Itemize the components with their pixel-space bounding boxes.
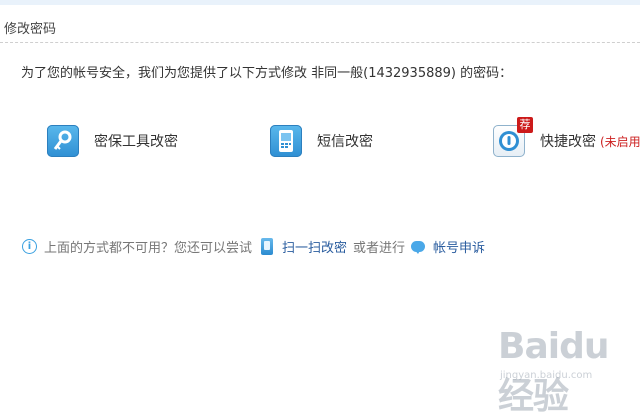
help-text: 上面的方式都不可用？您还可以尝试 — [44, 240, 253, 256]
help-line: i 上面的方式都不可用？您还可以尝试 扫一扫改密 或者进行 帐号申诉 — [22, 236, 485, 256]
phone-icon — [261, 237, 274, 255]
method-security-tool[interactable]: 密保工具改密 — [47, 124, 178, 158]
intro-text: 为了您的帐号安全，我们为您提供了以下方式修改 非同一般(1432935889) … — [21, 66, 513, 81]
watermark-sub: jingyan.baidu.com — [500, 370, 593, 381]
method-sms[interactable]: 短信改密 — [270, 124, 373, 158]
lock-icon: 荐 — [493, 117, 533, 157]
watermark-logo: Baidu经验 jingyan.baidu.com — [498, 326, 630, 417]
top-strip — [0, 0, 640, 5]
scan-link[interactable]: 扫一扫改密 — [282, 237, 347, 256]
method-label: 密保工具改密 — [94, 134, 178, 150]
page-title: 修改密码 — [4, 22, 57, 37]
method-label: 快捷改密 — [540, 134, 596, 150]
key-icon — [47, 125, 79, 157]
or-text: 或者进行 — [353, 240, 406, 256]
divider — [0, 42, 640, 43]
method-quick[interactable]: 荐 快捷改密 (未启用 — [493, 117, 640, 158]
appeal-link[interactable]: 帐号申诉 — [433, 237, 485, 256]
sms-phone-icon — [270, 125, 302, 157]
info-icon: i — [22, 238, 37, 254]
status-text: (未启用 — [600, 134, 640, 149]
chat-icon — [411, 240, 426, 254]
recommend-badge: 荐 — [517, 117, 533, 133]
method-label: 短信改密 — [317, 134, 373, 150]
